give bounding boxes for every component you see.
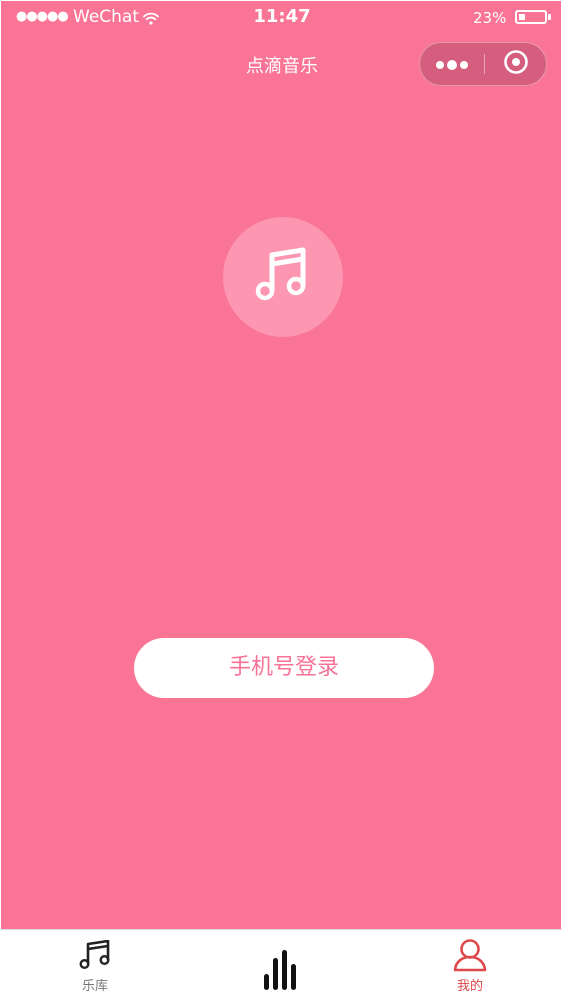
status-bar: ●●●●● WeChat 11:47 23%	[1, 1, 561, 33]
mini-program-capsule	[419, 42, 547, 86]
phone-screen: ●●●●● WeChat 11:47 23% 点滴音乐 手机号登录 乐库 我的	[0, 0, 562, 999]
tab-label: 乐库	[81, 979, 108, 994]
more-dots-icon	[435, 55, 469, 74]
battery-icon	[515, 10, 547, 24]
music-note-icon	[253, 245, 313, 309]
more-button[interactable]	[420, 43, 484, 85]
tab-bar: 乐库 我的	[0, 929, 562, 999]
battery-level	[519, 14, 525, 20]
tab-player[interactable]	[231, 930, 331, 999]
login-page: ●●●●● WeChat 11:47 23% 点滴音乐 手机号登录	[1, 1, 561, 929]
battery-percent: 23%	[473, 9, 507, 27]
tab-mine[interactable]: 我的	[420, 930, 520, 999]
app-logo	[223, 217, 343, 337]
user-icon	[452, 938, 488, 976]
phone-login-button[interactable]: 手机号登录	[134, 638, 434, 698]
music-note-icon	[79, 939, 111, 974]
close-button[interactable]	[485, 43, 547, 85]
target-close-icon	[503, 49, 529, 79]
tab-label: 我的	[456, 979, 483, 994]
battery-cap	[548, 14, 551, 20]
equalizer-bars-icon	[262, 948, 300, 996]
tab-library[interactable]: 乐库	[45, 930, 145, 999]
